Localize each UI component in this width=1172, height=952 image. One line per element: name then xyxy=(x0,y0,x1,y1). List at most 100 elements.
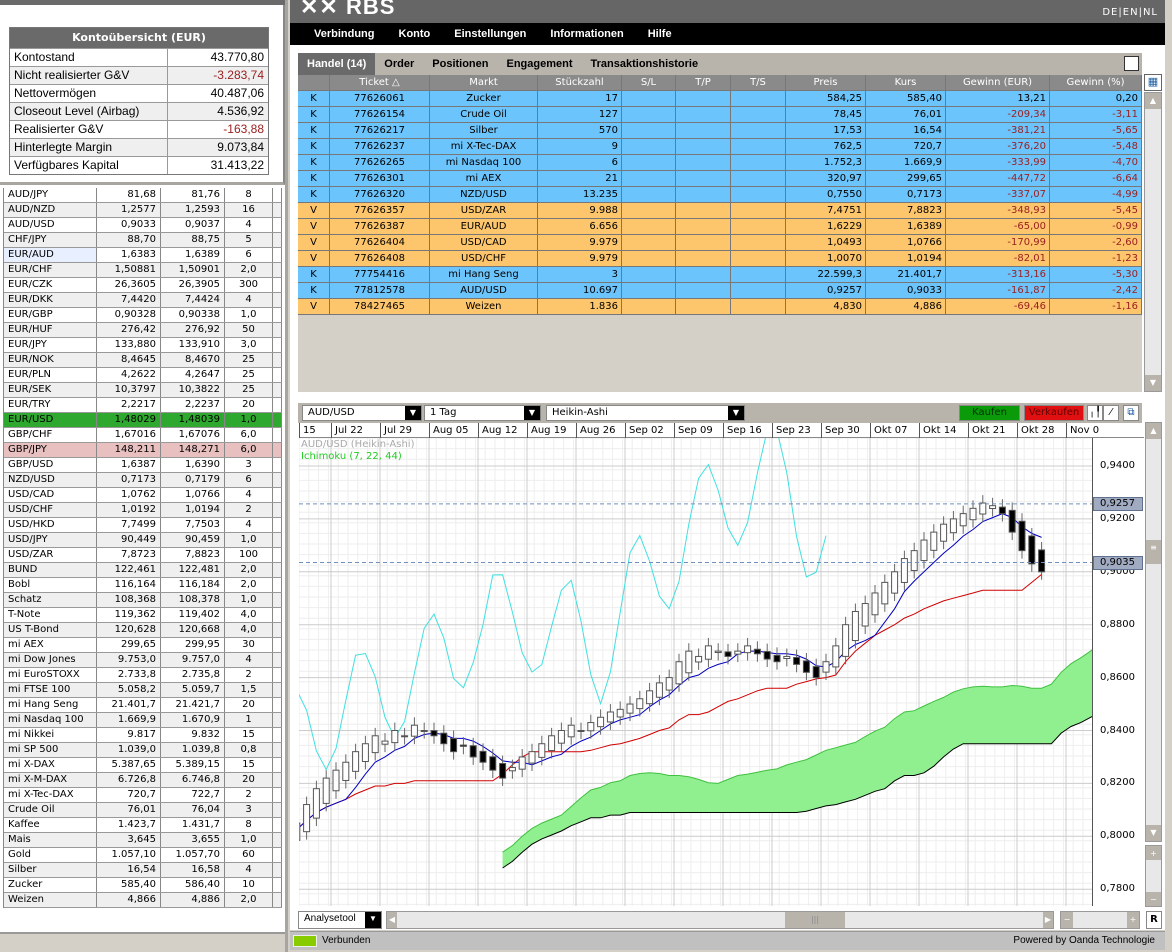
ask-price[interactable]: 1,6389 xyxy=(161,248,225,262)
watchlist-row[interactable]: EUR/AUD 1,6383 1,6389 6 xyxy=(4,248,282,263)
bid-price[interactable]: 1,2577 xyxy=(97,203,161,217)
bid-price[interactable]: 81,68 xyxy=(97,188,161,202)
ask-price[interactable]: 1,0766 xyxy=(161,488,225,502)
ask-price[interactable]: 7,7503 xyxy=(161,518,225,532)
bid-price[interactable]: 7,8723 xyxy=(97,548,161,562)
ask-price[interactable]: 76,04 xyxy=(161,803,225,817)
bar-style-icon[interactable]: ╷╿ xyxy=(1087,405,1103,421)
bid-price[interactable]: 1,6383 xyxy=(97,248,161,262)
ask-price[interactable]: 2,2237 xyxy=(161,398,225,412)
trade-row[interactable]: V 77626408 USD/CHF 9.979 1,0070 1,0194 -82,01-… xyxy=(298,251,1142,267)
tab-transaktionshistorie[interactable]: Transaktionshistorie xyxy=(582,53,708,75)
buy-button[interactable]: Kaufen xyxy=(959,405,1020,421)
ask-price[interactable]: 1.039,8 xyxy=(161,743,225,757)
trade-row[interactable]: K 77626320 NZD/USD 13.235 0,7550 0,7173 -337,0… xyxy=(298,187,1142,203)
scroll-right-icon[interactable]: ▶ xyxy=(1043,912,1053,928)
watchlist-row[interactable]: AUD/JPY 81,68 81,76 8 xyxy=(4,188,282,203)
tab-order[interactable]: Order xyxy=(375,53,423,75)
bid-price[interactable]: 6.726,8 xyxy=(97,773,161,787)
ask-price[interactable]: 722,7 xyxy=(161,788,225,802)
bid-price[interactable]: 120,628 xyxy=(97,623,161,637)
ask-price[interactable]: 6.746,8 xyxy=(161,773,225,787)
watchlist-row[interactable]: GBP/JPY 148,211 148,271 6,0 xyxy=(4,443,282,458)
ask-price[interactable]: 9.832 xyxy=(161,728,225,742)
column-header[interactable] xyxy=(298,75,330,90)
watchlist-row[interactable]: Silber 16,54 16,58 4 xyxy=(4,863,282,878)
bid-price[interactable]: 148,211 xyxy=(97,443,161,457)
watchlist-row[interactable]: Weizen 4,866 4,886 2,0 xyxy=(4,893,282,908)
watchlist-row[interactable]: mi AEX 299,65 299,95 30 xyxy=(4,638,282,653)
menu-einstellungen[interactable]: Einstellungen xyxy=(454,23,526,45)
bid-price[interactable]: 1.669,9 xyxy=(97,713,161,727)
column-header[interactable]: Stückzahl xyxy=(538,75,622,90)
chart-horizontal-scrollbar[interactable]: ◀ ||| ▶ xyxy=(386,911,1054,929)
bid-price[interactable]: 0,90328 xyxy=(97,308,161,322)
ask-price[interactable]: 108,378 xyxy=(161,593,225,607)
bid-price[interactable]: 2,2217 xyxy=(97,398,161,412)
watchlist-row[interactable]: mi EuroSTOXX 2.733,8 2.735,8 2 xyxy=(4,668,282,683)
watchlist-row[interactable]: mi X-DAX 5.387,65 5.389,15 15 xyxy=(4,758,282,773)
watchlist-row[interactable]: EUR/SEK 10,3797 10,3822 25 xyxy=(4,383,282,398)
ask-price[interactable]: 1,50901 xyxy=(161,263,225,277)
trade-row[interactable]: K 77812578 AUD/USD 10.697 0,9257 0,9033 -161,8… xyxy=(298,283,1142,299)
ask-price[interactable]: 133,910 xyxy=(161,338,225,352)
column-header[interactable]: Gewinn (%) xyxy=(1050,75,1142,90)
reset-button[interactable]: R xyxy=(1146,911,1162,929)
bid-price[interactable]: 122,461 xyxy=(97,563,161,577)
ask-price[interactable]: 7,8823 xyxy=(161,548,225,562)
watchlist-row[interactable]: EUR/CZK 26,3605 26,3905 300 xyxy=(4,278,282,293)
watchlist-row[interactable]: T-Note 119,362 119,402 4,0 xyxy=(4,608,282,623)
bid-price[interactable]: 1,6387 xyxy=(97,458,161,472)
ask-price[interactable]: 1,2593 xyxy=(161,203,225,217)
watchlist-row[interactable]: AUD/NZD 1,2577 1,2593 16 xyxy=(4,203,282,218)
watchlist-row[interactable]: Gold 1.057,10 1.057,70 60 xyxy=(4,848,282,863)
ask-price[interactable]: 10,3822 xyxy=(161,383,225,397)
bid-price[interactable]: 26,3605 xyxy=(97,278,161,292)
ask-price[interactable]: 9.757,0 xyxy=(161,653,225,667)
bid-price[interactable]: 76,01 xyxy=(97,803,161,817)
price-chart[interactable]: AUD/USD (Heikin-Ashi)Ichimoku (7, 22, 44… xyxy=(299,438,1092,906)
zoom-in-icon[interactable]: + xyxy=(1146,846,1161,860)
bid-price[interactable]: 7,7499 xyxy=(97,518,161,532)
ask-price[interactable]: 4,2647 xyxy=(161,368,225,382)
watchlist-row[interactable]: mi Hang Seng 21.401,7 21.421,7 20 xyxy=(4,698,282,713)
ask-price[interactable]: 8,4670 xyxy=(161,353,225,367)
column-header[interactable]: Preis xyxy=(786,75,866,90)
bid-price[interactable]: 3,645 xyxy=(97,833,161,847)
watchlist-row[interactable]: USD/CAD 1,0762 1,0766 4 xyxy=(4,488,282,503)
ask-price[interactable]: 120,668 xyxy=(161,623,225,637)
watchlist-row[interactable]: EUR/USD 1,48029 1,48039 1,0 xyxy=(4,413,282,428)
watchlist-row[interactable]: EUR/JPY 133,880 133,910 3,0 xyxy=(4,338,282,353)
trade-row[interactable]: K 77626265 mi Nasdaq 100 6 1.752,3 1.669,9 -33… xyxy=(298,155,1142,171)
trade-row[interactable]: V 78427465 Weizen 1.836 4,830 4,886 -69,46 -1,1… xyxy=(298,299,1142,315)
trade-row[interactable]: K 77754416 mi Hang Seng 3 22.599,3 21.401,7 -3… xyxy=(298,267,1142,283)
bid-price[interactable]: 1,48029 xyxy=(97,413,161,427)
ask-price[interactable]: 4,886 xyxy=(161,893,225,907)
bid-price[interactable]: 1,0762 xyxy=(97,488,161,502)
ask-price[interactable]: 1.057,70 xyxy=(161,848,225,862)
watchlist-row[interactable]: EUR/PLN 4,2622 4,2647 25 xyxy=(4,368,282,383)
watchlist-row[interactable]: Kaffee 1.423,7 1.431,7 8 xyxy=(4,818,282,833)
bid-price[interactable]: 90,449 xyxy=(97,533,161,547)
bid-price[interactable]: 116,164 xyxy=(97,578,161,592)
bid-price[interactable]: 10,3797 xyxy=(97,383,161,397)
bid-price[interactable]: 7,4420 xyxy=(97,293,161,307)
ask-price[interactable]: 276,92 xyxy=(161,323,225,337)
scroll-up-icon[interactable]: ▲ xyxy=(1146,423,1161,439)
horizontal-zoom[interactable]: − + xyxy=(1060,911,1140,929)
lang-nl[interactable]: NL xyxy=(1143,7,1158,18)
ask-price[interactable]: 81,76 xyxy=(161,188,225,202)
sell-button[interactable]: Verkaufen xyxy=(1024,405,1084,421)
column-header[interactable]: Kurs xyxy=(866,75,946,90)
ask-price[interactable]: 90,459 xyxy=(161,533,225,547)
column-settings-icon[interactable]: ▦ xyxy=(1144,74,1162,91)
trade-row[interactable]: V 77626357 USD/ZAR 9.988 7,4751 7,8823 -348,93… xyxy=(298,203,1142,219)
ask-price[interactable]: 1.431,7 xyxy=(161,818,225,832)
tab-positionen[interactable]: Positionen xyxy=(423,53,497,75)
trade-row[interactable]: K 77626061 Zucker 17 584,25 585,40 13,21 0,20 xyxy=(298,91,1142,107)
column-header[interactable]: T/P xyxy=(676,75,731,90)
watchlist-row[interactable]: AUD/USD 0,9033 0,9037 4 xyxy=(4,218,282,233)
trade-row[interactable]: K 77626301 mi AEX 21 320,97 299,65 -447,72 -6,6… xyxy=(298,171,1142,187)
bid-price[interactable]: 88,70 xyxy=(97,233,161,247)
ask-price[interactable]: 148,271 xyxy=(161,443,225,457)
